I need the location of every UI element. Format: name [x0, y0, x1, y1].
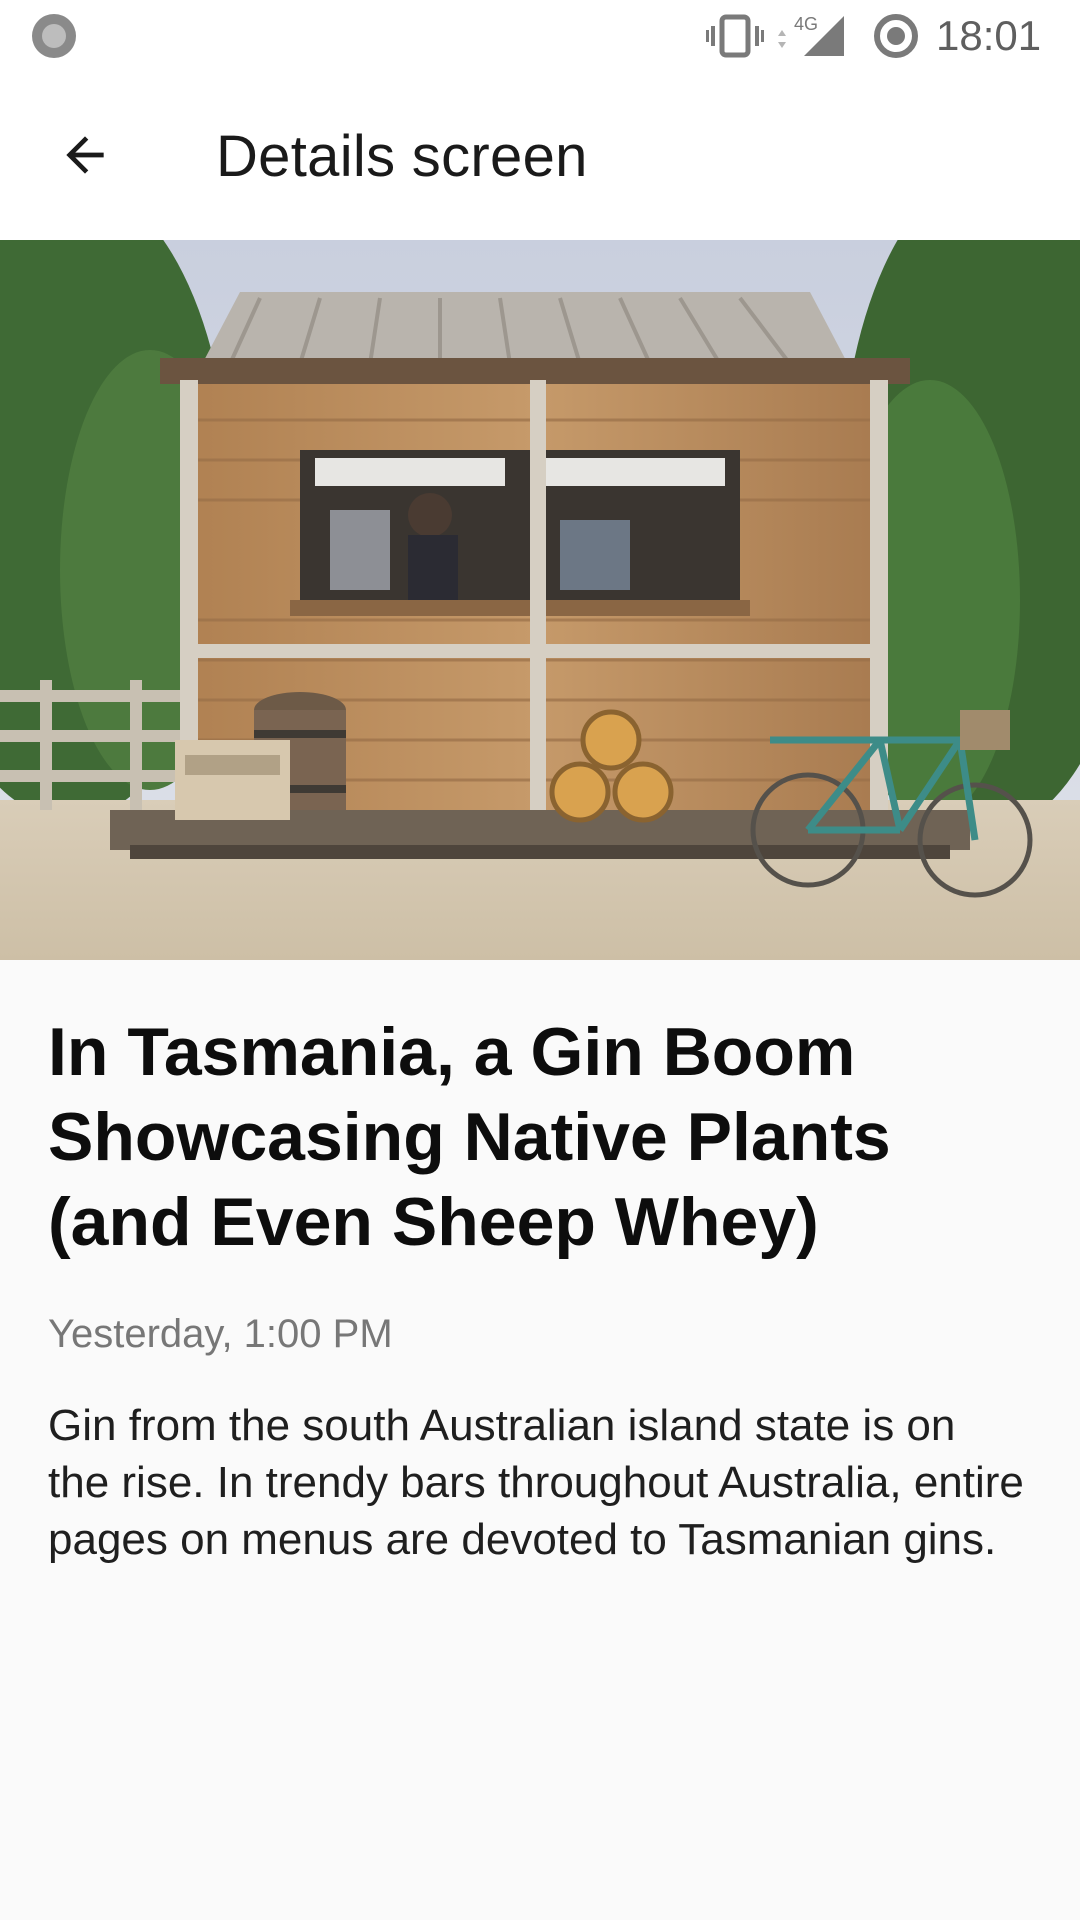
article-headline: In Tasmania, a Gin Boom Showcasing Nativ… [48, 1014, 891, 1260]
network-type-label: 4G [794, 14, 818, 34]
vibrate-icon [706, 14, 764, 58]
sync-icon [874, 14, 918, 58]
status-bar: 4G 18:01 [0, 0, 1080, 72]
back-button[interactable] [40, 110, 130, 200]
article-timestamp: Yesterday, 1:00 PM [48, 1312, 393, 1356]
details-screen: 4G 18:01 Details screen In Tasmania, a G… [0, 0, 1080, 1920]
arrow-back-icon [66, 136, 104, 174]
article: In Tasmania, a Gin Boom Showcasing Nativ… [48, 1010, 1038, 1568]
notification-dot-icon [32, 14, 76, 58]
article-summary: Gin from the south Australian island sta… [48, 1401, 1024, 1564]
page-title: Details screen [216, 124, 588, 189]
hero-image [0, 240, 1080, 960]
signal-4g-icon: 4G [778, 14, 844, 56]
status-time: 18:01 [936, 12, 1042, 59]
app-bar: Details screen [0, 72, 1080, 240]
cabin-photo [0, 240, 1080, 960]
